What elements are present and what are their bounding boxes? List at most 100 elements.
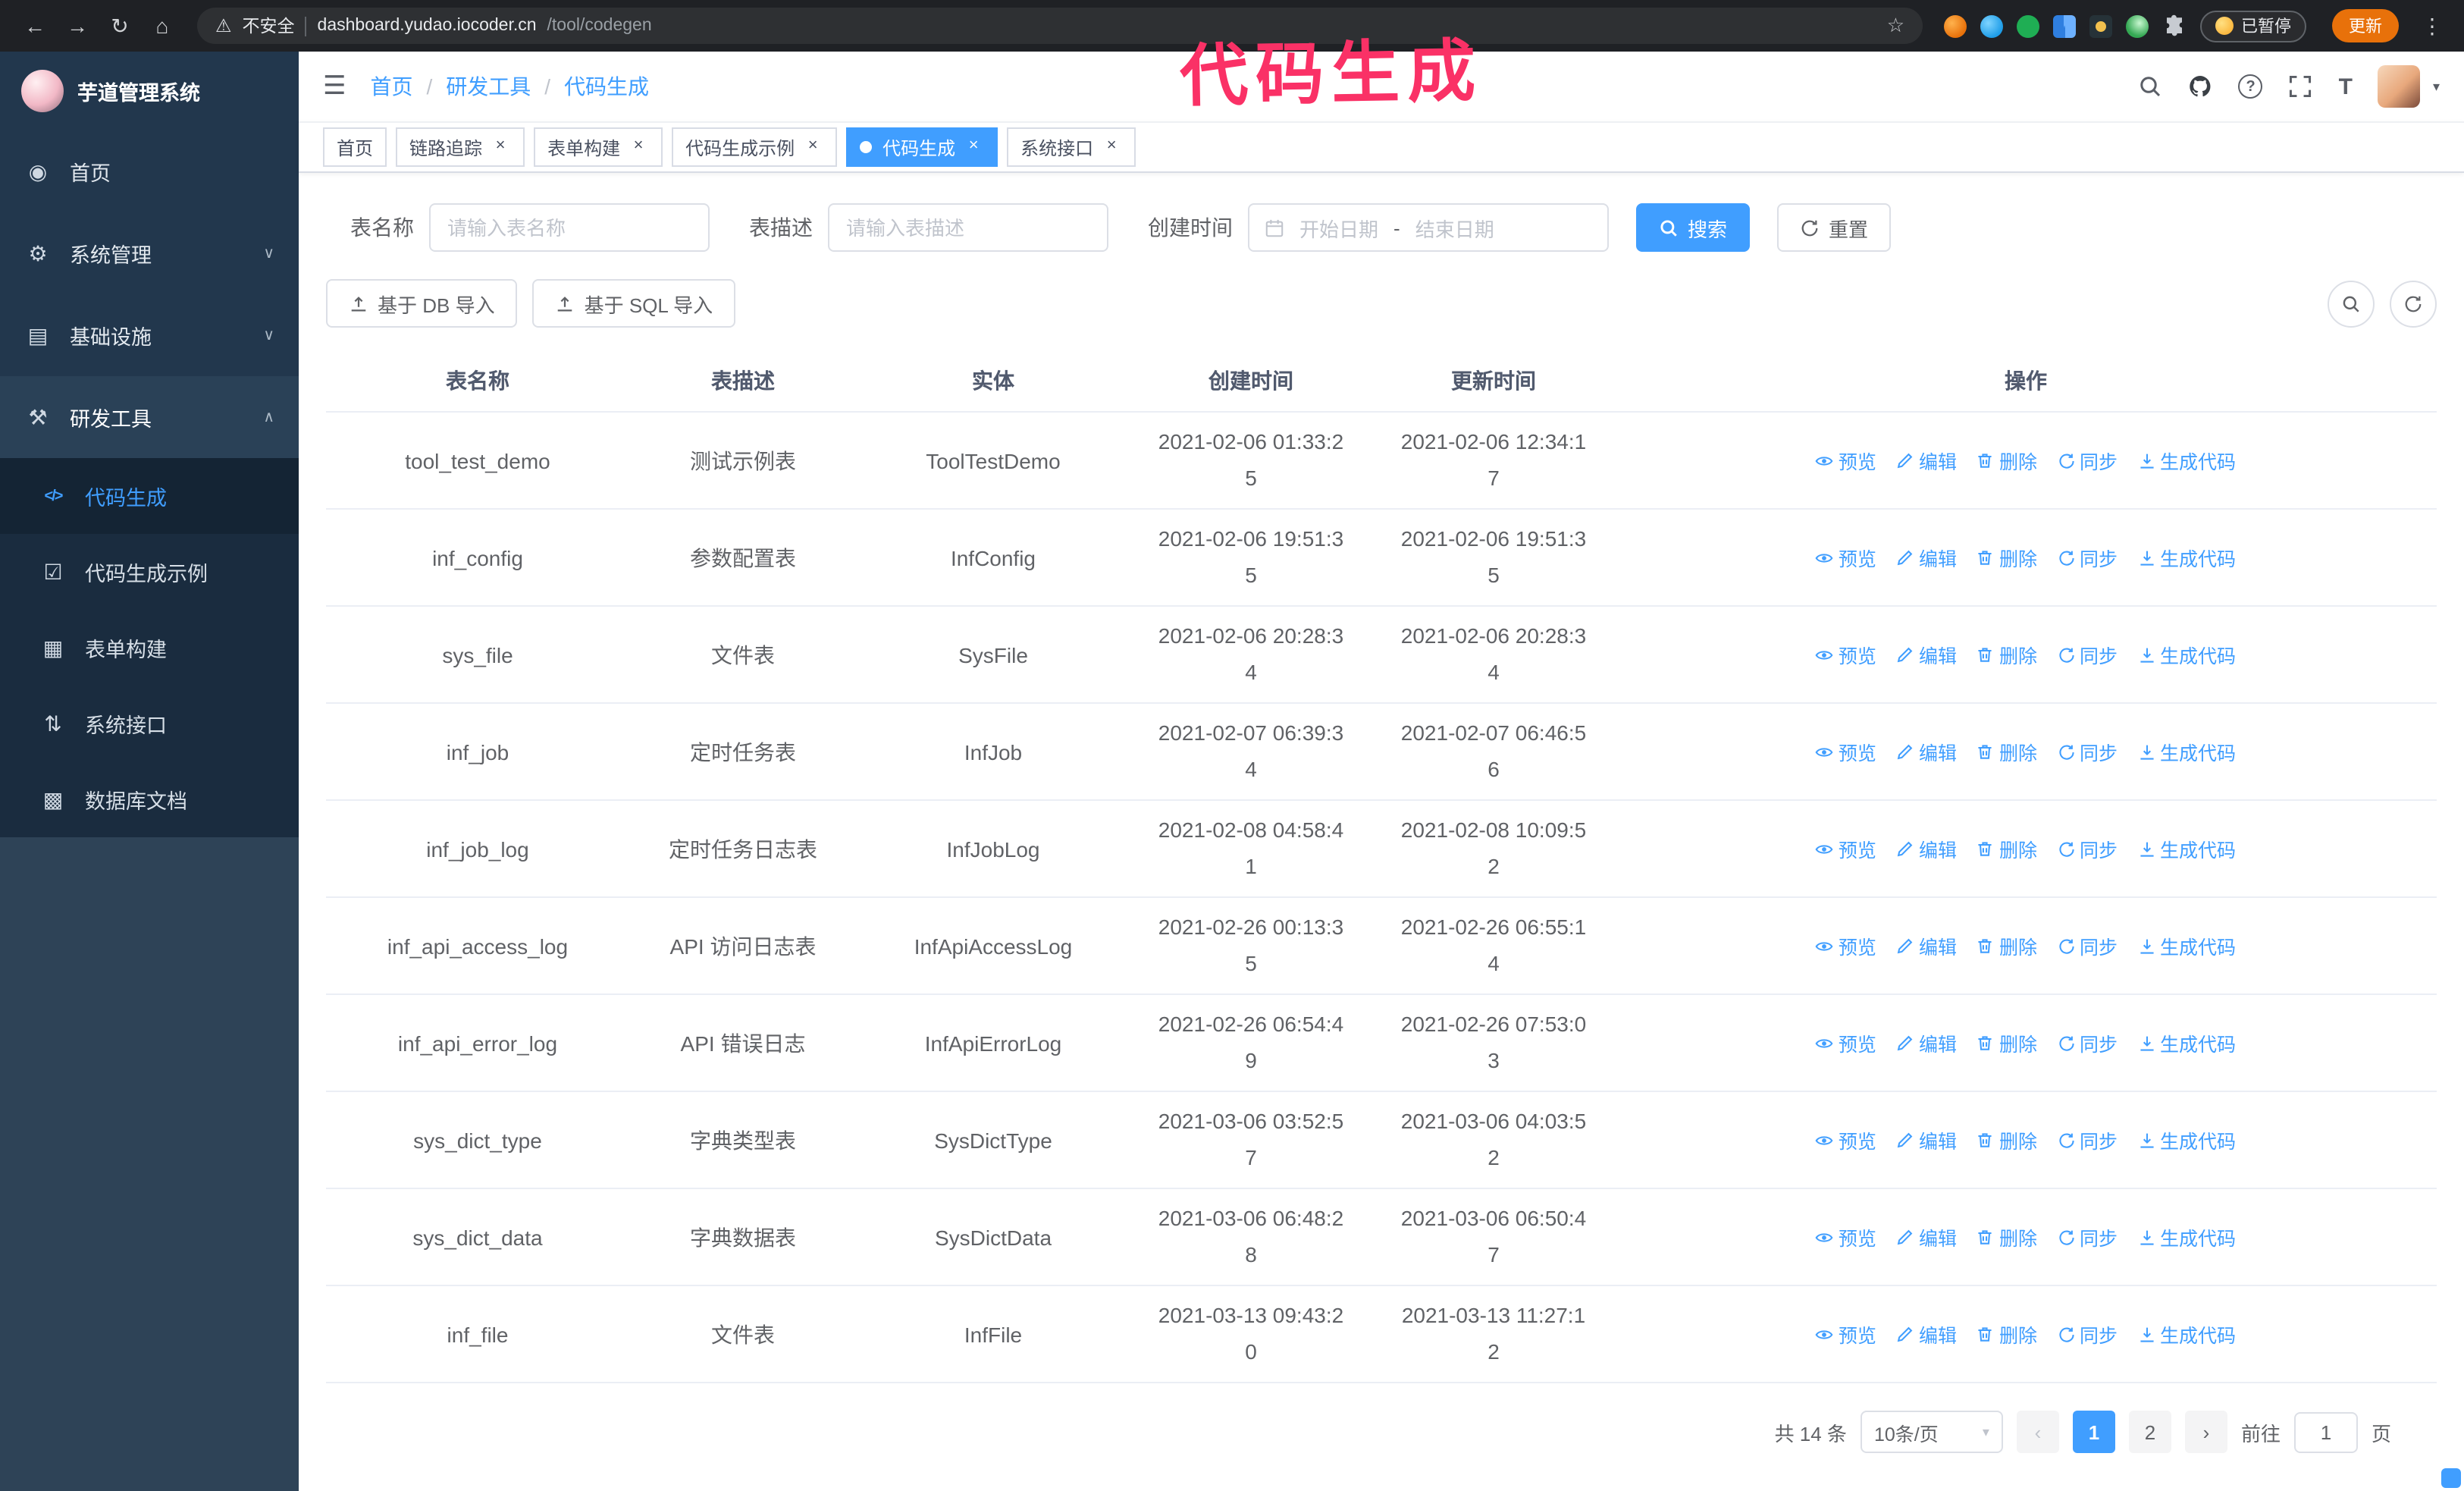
sync-link[interactable]: 同步 [2057,1223,2118,1251]
sidebar-item-form-builder[interactable]: ▦ 表单构建 [0,610,299,686]
forward-icon[interactable]: → [58,6,97,46]
breadcrumb-home[interactable]: 首页 [371,71,413,102]
back-to-top-button[interactable] [2441,1468,2461,1488]
page-size-select[interactable]: 10条/页 ▾ [1860,1411,2003,1453]
delete-link[interactable]: 删除 [1977,834,2037,863]
extension-fox-icon[interactable] [1944,14,1967,37]
edit-link[interactable]: 编辑 [1896,931,1957,960]
extension-coins-icon[interactable] [2089,14,2112,37]
edit-link[interactable]: 编辑 [1896,543,1957,572]
prev-page-button[interactable]: ‹ [2016,1411,2059,1453]
edit-link[interactable]: 编辑 [1896,834,1957,863]
sidebar-item-system[interactable]: ⚙ 系统管理 ∨ [0,212,299,294]
sync-link[interactable]: 同步 [2057,1320,2118,1348]
preview-link[interactable]: 预览 [1816,1320,1876,1348]
tab-home[interactable]: 首页 [323,127,387,167]
delete-link[interactable]: 删除 [1977,543,2037,572]
next-page-button[interactable]: › [2184,1411,2227,1453]
goto-page-input[interactable] [2293,1411,2358,1452]
tab-system-api[interactable]: 系统接口 × [1007,127,1136,167]
tab-form-builder[interactable]: 表单构建 × [534,127,663,167]
extension-grid-icon[interactable] [2053,14,2076,37]
generate-code-link[interactable]: 生成代码 [2137,737,2236,766]
sidebar-item-infra[interactable]: ▤ 基础设施 ∨ [0,294,299,376]
tab-trace[interactable]: 链路追踪 × [396,127,525,167]
extension-leaf-icon[interactable] [2126,14,2149,37]
generate-code-link[interactable]: 生成代码 [2137,931,2236,960]
preview-link[interactable]: 预览 [1816,931,1876,960]
sync-link[interactable]: 同步 [2057,1028,2118,1057]
preview-link[interactable]: 预览 [1816,543,1876,572]
sync-link[interactable]: 同步 [2057,543,2118,572]
generate-code-link[interactable]: 生成代码 [2137,640,2236,669]
close-icon[interactable]: × [963,137,984,158]
sync-link[interactable]: 同步 [2057,640,2118,669]
generate-code-link[interactable]: 生成代码 [2137,543,2236,572]
extension-drop-icon[interactable] [1980,14,2003,37]
page-button-1[interactable]: 1 [2072,1411,2115,1453]
sidebar-item-home[interactable]: ◉ 首页 [0,130,299,212]
browser-menu-icon[interactable]: ⋮ [2422,13,2443,39]
github-icon[interactable] [2189,74,2213,99]
collapse-sidebar-icon[interactable]: ☰ [323,71,346,102]
toggle-search-button[interactable] [2328,280,2375,327]
edit-link[interactable]: 编辑 [1896,446,1957,475]
generate-code-link[interactable]: 生成代码 [2137,1125,2236,1154]
delete-link[interactable]: 删除 [1977,446,2037,475]
extension-v-icon[interactable] [2017,14,2039,37]
fullscreen-icon[interactable] [2289,74,2313,99]
generate-code-link[interactable]: 生成代码 [2137,1028,2236,1057]
import-sql-button[interactable]: 基于 SQL 导入 [532,279,736,328]
reset-button[interactable]: 重置 [1777,203,1892,252]
sync-link[interactable]: 同步 [2057,446,2118,475]
preview-link[interactable]: 预览 [1816,640,1876,669]
breadcrumb-devtools[interactable]: 研发工具 [446,71,531,102]
sidebar-item-codegen-example[interactable]: ☑ 代码生成示例 [0,534,299,610]
avatar-caret-icon[interactable]: ▾ [2433,78,2440,95]
delete-link[interactable]: 删除 [1977,1223,2037,1251]
edit-link[interactable]: 编辑 [1896,640,1957,669]
preview-link[interactable]: 预览 [1816,737,1876,766]
delete-link[interactable]: 删除 [1977,1125,2037,1154]
preview-link[interactable]: 预览 [1816,1223,1876,1251]
paused-badge[interactable]: 已暂停 [2200,10,2306,42]
reload-icon[interactable]: ↻ [100,6,140,46]
sidebar-item-system-api[interactable]: ⇅ 系统接口 [0,686,299,761]
delete-link[interactable]: 删除 [1977,1028,2037,1057]
page-button-2[interactable]: 2 [2128,1411,2171,1453]
sidebar-item-codegen[interactable]: </> 代码生成 [0,458,299,534]
table-desc-input[interactable] [828,203,1108,252]
close-icon[interactable]: × [1101,137,1122,158]
delete-link[interactable]: 删除 [1977,640,2037,669]
sync-link[interactable]: 同步 [2057,737,2118,766]
preview-link[interactable]: 预览 [1816,834,1876,863]
close-icon[interactable]: × [490,137,511,158]
sidebar-item-devtools[interactable]: ⚒ 研发工具 ∧ [0,376,299,458]
sync-link[interactable]: 同步 [2057,834,2118,863]
close-icon[interactable]: × [802,137,823,158]
generate-code-link[interactable]: 生成代码 [2137,1320,2236,1348]
preview-link[interactable]: 预览 [1816,1028,1876,1057]
edit-link[interactable]: 编辑 [1896,737,1957,766]
font-size-icon[interactable]: T [2339,74,2353,99]
delete-link[interactable]: 删除 [1977,931,2037,960]
delete-link[interactable]: 删除 [1977,1320,2037,1348]
generate-code-link[interactable]: 生成代码 [2137,1223,2236,1251]
generate-code-link[interactable]: 生成代码 [2137,446,2236,475]
app-logo[interactable]: 芋道管理系统 [0,52,299,130]
create-time-range-picker[interactable]: 开始日期 - 结束日期 [1248,203,1609,252]
edit-link[interactable]: 编辑 [1896,1320,1957,1348]
edit-link[interactable]: 编辑 [1896,1125,1957,1154]
generate-code-link[interactable]: 生成代码 [2137,834,2236,863]
import-db-button[interactable]: 基于 DB 导入 [326,279,518,328]
preview-link[interactable]: 预览 [1816,1125,1876,1154]
home-icon[interactable]: ⌂ [143,6,182,46]
table-name-input[interactable] [429,203,710,252]
tab-codegen-example[interactable]: 代码生成示例 × [672,127,838,167]
search-icon[interactable] [2139,74,2163,99]
bookmark-star-icon[interactable]: ☆ [1887,14,1904,38]
sidebar-item-db-doc[interactable]: ▩ 数据库文档 [0,761,299,837]
search-button[interactable]: 搜索 [1636,203,1751,252]
address-bar[interactable]: ⚠ 不安全 dashboard.yudao.iocoder.cn/tool/co… [197,8,1923,44]
delete-link[interactable]: 删除 [1977,737,2037,766]
